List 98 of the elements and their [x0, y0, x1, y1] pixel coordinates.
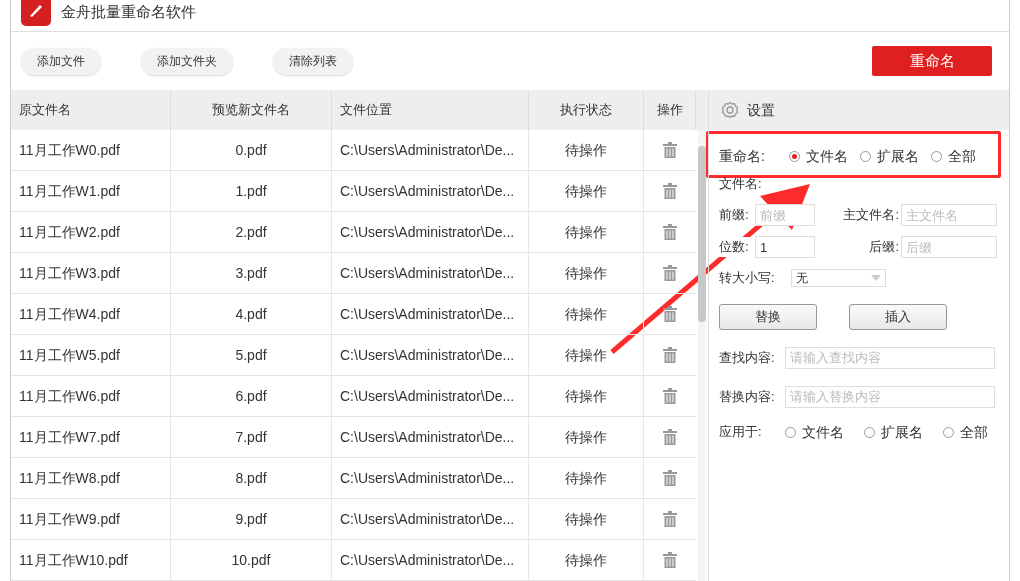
table-cell: C:\Users\Administrator\De...	[332, 540, 529, 580]
case-dropdown[interactable]: 无	[791, 268, 886, 287]
input-field[interactable]: 1	[755, 236, 815, 258]
table-cell: C:\Users\Administrator\De...	[332, 499, 529, 539]
table-cell: 11月工作W3.pdf	[11, 253, 171, 293]
radio-label: 文件名	[802, 422, 844, 442]
trash-icon[interactable]	[663, 224, 677, 240]
action-button[interactable]: 插入	[849, 303, 947, 330]
panel-title: 设置	[747, 100, 775, 120]
trash-icon[interactable]	[663, 265, 677, 281]
input-field[interactable]: 请输入查找内容	[785, 346, 995, 369]
radio-button[interactable]	[785, 426, 796, 438]
table-cell: 11月工作W2.pdf	[11, 212, 171, 252]
field-label: 查找内容:	[719, 348, 776, 367]
table-cell: 待操作	[529, 417, 644, 457]
field-label: 文件名:	[719, 175, 763, 193]
table-cell: 待操作	[529, 253, 644, 293]
toolbar-button[interactable]: 添加文件夹	[141, 47, 233, 75]
trash-icon[interactable]	[663, 306, 677, 322]
table-cell: 10.pdf	[171, 540, 332, 580]
table-cell: 待操作	[529, 335, 644, 375]
table-cell: 待操作	[529, 499, 644, 539]
action-button[interactable]: 替换	[719, 303, 817, 330]
column-header: 文件位置	[332, 90, 529, 130]
table-cell: 11月工作W8.pdf	[11, 458, 171, 498]
table-cell: 1.pdf	[171, 171, 332, 211]
trash-icon[interactable]	[663, 511, 677, 527]
table-cell: 4.pdf	[171, 294, 332, 334]
table-cell: C:\Users\Administrator\De...	[332, 212, 529, 252]
table-cell: C:\Users\Administrator\De...	[332, 171, 529, 211]
table-cell: 9.pdf	[171, 499, 332, 539]
table-cell: 11月工作W7.pdf	[11, 417, 171, 457]
radio-button[interactable]	[864, 426, 875, 438]
toolbar-button[interactable]: 清除列表	[273, 47, 353, 75]
trash-icon[interactable]	[663, 552, 677, 568]
table-cell: 待操作	[529, 294, 644, 334]
trash-icon[interactable]	[663, 142, 677, 158]
table-cell: 11月工作W0.pdf	[11, 130, 171, 170]
trash-icon[interactable]	[663, 347, 677, 363]
scrollbar[interactable]	[698, 130, 706, 581]
field-label: 重命名:	[719, 146, 766, 166]
radio-label: 全部	[960, 422, 988, 442]
rename-button[interactable]: 重命名	[872, 46, 992, 76]
table-cell: 待操作	[529, 130, 644, 170]
input-field[interactable]: 主文件名	[901, 204, 997, 226]
table-cell: 11月工作W10.pdf	[11, 540, 171, 580]
trash-icon[interactable]	[663, 429, 677, 445]
table-cell: 2.pdf	[171, 212, 332, 252]
table-cell: 11月工作W1.pdf	[11, 171, 171, 211]
table-cell: C:\Users\Administrator\De...	[332, 294, 529, 334]
settings-icon	[721, 101, 739, 119]
table-cell: C:\Users\Administrator\De...	[332, 458, 529, 498]
radio-button[interactable]	[943, 426, 954, 438]
column-header: 执行状态	[529, 90, 644, 130]
column-header: 原文件名	[11, 90, 171, 130]
table-cell: 7.pdf	[171, 417, 332, 457]
trash-icon[interactable]	[663, 388, 677, 404]
table-cell: 3.pdf	[171, 253, 332, 293]
table-cell: C:\Users\Administrator\De...	[332, 253, 529, 293]
trash-icon[interactable]	[663, 470, 677, 486]
input-field[interactable]: 前缀	[755, 204, 815, 226]
field-label: 替换内容:	[719, 387, 776, 406]
radio-button[interactable]	[860, 150, 871, 162]
column-header: 预览新文件名	[171, 90, 332, 130]
table-cell: 待操作	[529, 171, 644, 211]
trash-icon[interactable]	[663, 183, 677, 199]
field-label: 主文件名:	[843, 206, 899, 225]
radio-label: 扩展名	[877, 146, 919, 166]
table-cell: 8.pdf	[171, 458, 332, 498]
field-label: 应用于:	[719, 423, 763, 442]
table-cell: 待操作	[529, 458, 644, 498]
field-label: 后缀:	[869, 238, 899, 257]
table-cell: 待操作	[529, 212, 644, 252]
column-header: 操作	[644, 90, 696, 130]
table-cell: C:\Users\Administrator\De...	[332, 417, 529, 457]
input-field[interactable]: 请输入替换内容	[785, 385, 995, 408]
table-cell: 待操作	[529, 376, 644, 416]
table-cell: 11月工作W6.pdf	[11, 376, 171, 416]
radio-label: 文件名	[806, 146, 848, 166]
table-cell: C:\Users\Administrator\De...	[332, 130, 529, 170]
toolbar-button[interactable]: 添加文件	[21, 47, 101, 75]
table-cell: C:\Users\Administrator\De...	[332, 335, 529, 375]
table-cell: 11月工作W4.pdf	[11, 294, 171, 334]
radio-label: 扩展名	[881, 422, 923, 442]
radio-button[interactable]	[931, 150, 942, 162]
table-cell: 5.pdf	[171, 335, 332, 375]
field-label: 转大小写:	[719, 269, 776, 287]
radio-button[interactable]	[789, 150, 800, 162]
table-cell: 待操作	[529, 540, 644, 580]
table-cell: 0.pdf	[171, 130, 332, 170]
table-cell: 11月工作W9.pdf	[11, 499, 171, 539]
input-field[interactable]: 后缀	[901, 236, 997, 258]
radio-label: 全部	[948, 146, 976, 166]
window-title: 金舟批量重命名软件	[61, 2, 196, 22]
table-cell: 11月工作W5.pdf	[11, 335, 171, 375]
table-cell: 6.pdf	[171, 376, 332, 416]
caret-icon	[871, 274, 881, 281]
table-cell: C:\Users\Administrator\De...	[332, 376, 529, 416]
